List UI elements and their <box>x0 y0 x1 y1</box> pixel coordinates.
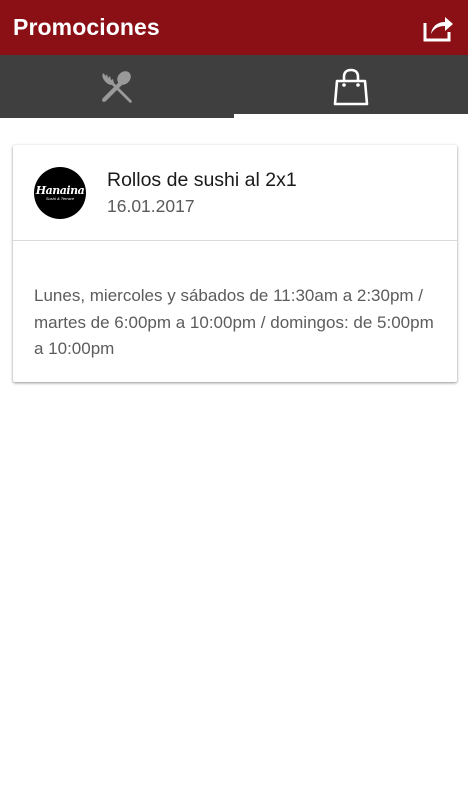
page-title: Promociones <box>13 14 160 40</box>
restaurant-logo: Hanaina Sushi & Terrace <box>34 166 86 219</box>
tab-restaurant[interactable] <box>0 55 234 118</box>
promotion-title: Rollos de sushi al 2x1 <box>107 169 297 191</box>
logo-subtext: Sushi & Terrace <box>45 195 75 201</box>
promotion-card[interactable]: Hanaina Sushi & Terrace Rollos de sushi … <box>13 145 457 382</box>
logo-text: Hanaina <box>35 183 85 197</box>
card-body: Lunes, miercoles y sábados de 11:30am a … <box>13 241 457 363</box>
tab-bar <box>0 55 468 118</box>
card-header-text: Rollos de sushi al 2x1 16.01.2017 <box>107 168 297 217</box>
fork-spoon-icon <box>102 70 132 103</box>
shopping-bag-icon <box>333 68 369 105</box>
card-header: Hanaina Sushi & Terrace Rollos de sushi … <box>13 145 457 241</box>
tab-promotions[interactable] <box>234 55 468 118</box>
app-bar: Promociones <box>0 0 468 55</box>
app-screen: Promociones Hanaina Sushi & Terrace Roll… <box>0 0 468 800</box>
promotion-description: Lunes, miercoles y sábados de 11:30am a … <box>34 286 434 358</box>
tab-indicator <box>234 114 468 118</box>
promotion-date: 16.01.2017 <box>107 196 195 216</box>
share-button[interactable] <box>422 11 456 45</box>
share-icon <box>423 16 453 41</box>
